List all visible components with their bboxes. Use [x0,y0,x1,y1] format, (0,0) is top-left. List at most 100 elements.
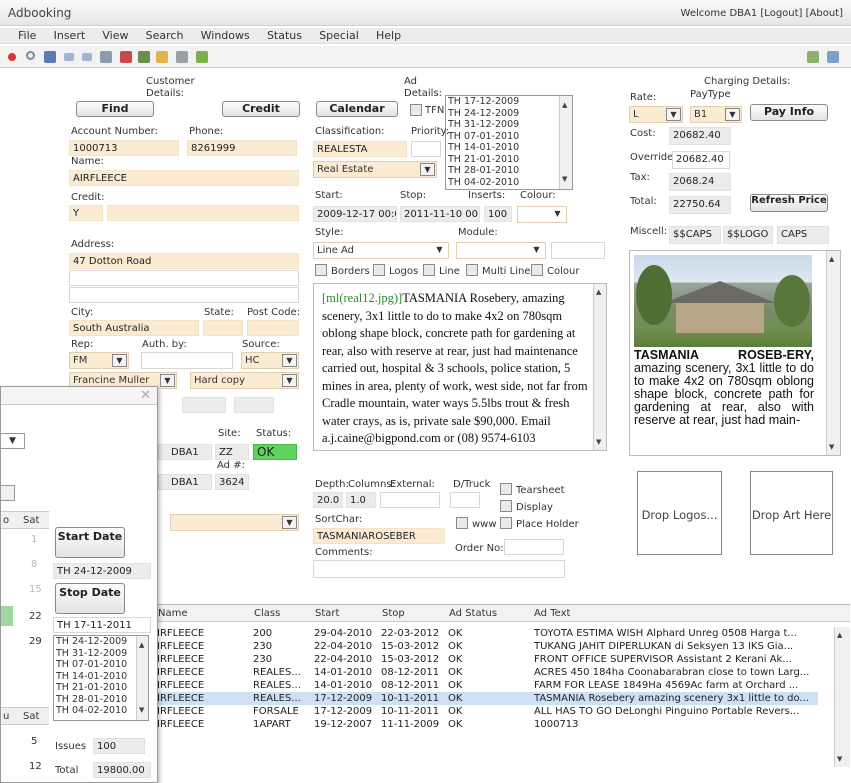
copy-select[interactable]: Hard copy ▼ [190,372,299,389]
chevron-down-icon[interactable]: ▼ [725,108,740,121]
scrollbar[interactable]: ▲ ▼ [826,251,840,455]
chevron-down-icon[interactable]: ▼ [282,354,297,367]
calendar-icon[interactable] [120,51,132,63]
misc-field-3[interactable]: CAPS [777,226,829,244]
users-icon[interactable] [138,51,150,63]
comments-field[interactable] [313,560,565,578]
extra-field-1[interactable] [182,397,226,413]
override-field[interactable]: 20682.40 [672,151,730,169]
table-row[interactable]: IRFLEECE FORSALE 17-12-2009 10-11-2011 OK ALL… [154,705,818,718]
pay-info-button[interactable]: Pay Info [750,104,828,121]
stop-date-button[interactable]: Stop Date [55,583,125,614]
chevron-down-icon[interactable]: ▼ [529,244,544,257]
external-field[interactable] [380,492,440,508]
table-row[interactable]: IRFLEECE 230 22-04-2010 15-03-2012 OK FRONT O… [154,653,818,666]
columns-field[interactable]: 1.0 [346,492,376,508]
calendar-nav-button[interactable] [1,485,15,501]
list-item[interactable]: TH 04-02-2010 [54,705,148,717]
classification-field[interactable]: REALESTA [313,141,407,157]
list-item[interactable]: TH 28-01-2010 [446,165,572,177]
chevron-down-icon[interactable]: ▼ [9,436,16,446]
drop-art-zone[interactable]: Drop Art Here [750,471,833,555]
table-row[interactable]: IRFLEECE REALES... 14-01-2010 08-12-2011 OK F… [154,679,818,692]
col-class[interactable]: Class [254,608,280,619]
credit-note-field[interactable] [107,205,299,221]
multiline-checkbox[interactable] [466,264,478,276]
tfn-checkbox[interactable] [410,104,422,116]
colour-select[interactable]: ▼ [517,206,567,223]
ad-text-editor[interactable]: [ml(real12.jpg)]TASMANIA Rosebery, amazi… [313,283,607,451]
chevron-down-icon[interactable]: ▼ [432,244,447,257]
line-checkbox[interactable] [423,264,435,276]
total-field-cal[interactable]: 19800.00 [93,762,151,778]
col-adstatus[interactable]: Ad Status [449,608,497,619]
start-field[interactable]: 2009-12-17 00:0 [313,206,397,222]
day-cell[interactable]: 22 [29,611,42,622]
list-item[interactable]: TH 24-12-2009 [54,636,148,648]
list-item[interactable]: TH 28-01-2010 [54,694,148,706]
account-field[interactable]: 1000713 [69,140,179,156]
day-cell[interactable]: 1 [31,534,37,545]
refresh-price-button[interactable]: Refresh Price [750,194,828,212]
chevron-down-icon[interactable]: ▼ [282,374,297,387]
chevron-down-icon[interactable]: ▼ [666,108,681,121]
stop-field[interactable]: 2011-11-10 00:0 [400,206,480,222]
chevron-down-icon[interactable]: ▼ [420,163,435,176]
day-cell[interactable]: 5 [31,736,37,747]
menu-help[interactable]: Help [376,28,401,44]
credit-field[interactable]: Y [69,205,103,221]
borders-checkbox[interactable] [315,264,327,276]
save-icon[interactable] [44,51,56,63]
list-item[interactable]: TH 31-12-2009 [446,119,572,131]
cost-field[interactable]: 20682.40 [669,127,731,145]
back-icon[interactable] [64,53,74,61]
scrollbar[interactable]: ▲ ▼ [593,284,606,450]
calendar-button[interactable]: Calendar [316,101,398,117]
extra-select[interactable]: ▼ [170,514,299,531]
display-checkbox[interactable] [500,500,512,512]
col-start[interactable]: Start [315,608,339,619]
address-line-3[interactable] [69,287,299,303]
address-line-2[interactable] [69,270,299,286]
postcode-field[interactable] [247,320,299,336]
www-checkbox[interactable] [456,517,468,529]
scrollbar[interactable]: ▲ ▼ [136,636,148,720]
start-date-button[interactable]: Start Date [55,527,125,558]
settings-icon[interactable] [176,51,188,63]
city-field[interactable]: South Australia [69,320,199,336]
calendar-dates-list[interactable]: TH 24-12-2009 TH 31-12-2009 TH 07-01-201… [53,635,149,721]
sortchar-field[interactable]: TASMANIAROSEBER [313,528,445,544]
rep-select[interactable]: FM ▼ [69,352,129,369]
total-field[interactable]: 22750.64 [669,196,731,214]
scrollbar[interactable]: ▲ ▼ [559,96,572,189]
col-stop[interactable]: Stop [382,608,405,619]
list-item[interactable]: TH 17-12-2009 [446,96,572,108]
ad-text-content[interactable]: [ml(real12.jpg)]TASMANIA Rosebery, amazi… [322,290,590,448]
list-item[interactable]: TH 21-01-2010 [446,154,572,166]
class-select[interactable]: Real Estate ▼ [313,161,437,178]
list-item[interactable]: TH 31-12-2009 [54,648,148,660]
menu-windows[interactable]: Windows [201,28,250,44]
dtruck-field[interactable] [450,492,480,508]
phone-field[interactable]: 8261999 [187,140,297,156]
style-select[interactable]: Line Ad ▼ [313,242,449,259]
misc-field-2[interactable]: $$LOGO [723,226,773,244]
logos-checkbox[interactable] [373,264,385,276]
table-row-selected[interactable]: IRFLEECE REALES... 17-12-2009 10-11-2011 OK T… [154,692,818,705]
module-select[interactable]: ▼ [456,242,546,259]
tax-field[interactable]: 2068.24 [669,173,731,191]
list-item[interactable]: TH 21-01-2010 [54,682,148,694]
chevron-down-icon[interactable]: ▼ [112,354,127,367]
table-row[interactable]: IRFLEECE 230 22-04-2010 15-03-2012 OK TUKANG … [154,640,818,653]
list-item[interactable]: TH 24-12-2009 [446,108,572,120]
menu-view[interactable]: View [102,28,128,44]
find-button[interactable]: Find [76,101,154,117]
search-icon[interactable] [26,51,35,60]
start-date-field[interactable]: TH 24-12-2009 [53,563,151,579]
menu-special[interactable]: Special [319,28,359,44]
menu-status[interactable]: Status [267,28,302,44]
extra-field-2[interactable] [234,397,274,413]
tearsheet-checkbox[interactable] [500,483,512,495]
window-icon[interactable] [827,51,839,63]
credit-button[interactable]: Credit [222,101,300,117]
